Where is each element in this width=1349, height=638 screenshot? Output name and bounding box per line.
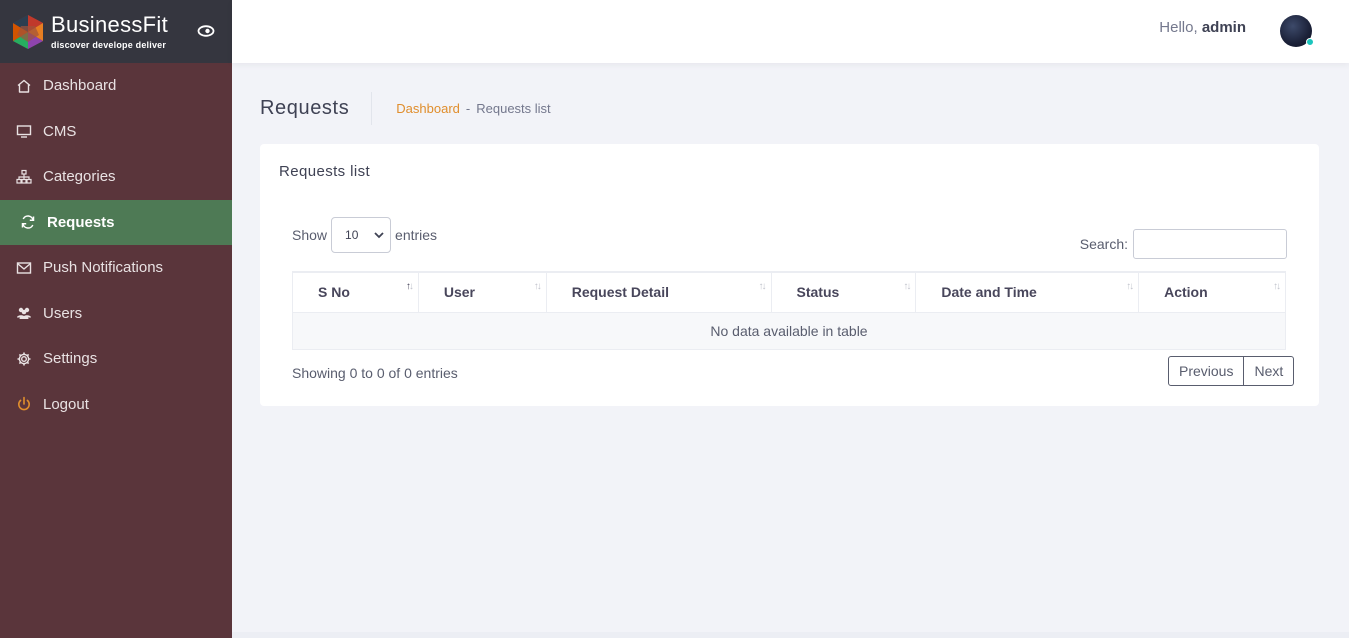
column-header-request-detail[interactable]: Request Detail ↑↓: [545, 271, 772, 313]
page-length-select[interactable]: 10: [331, 217, 392, 253]
column-header-s-no[interactable]: S No ↑↓: [292, 271, 419, 313]
sort-arrows-icon: ↑↓: [1273, 281, 1281, 292]
subheader-divider: [371, 92, 373, 125]
brand-tagline: discover develope deliver: [51, 39, 167, 50]
greeting-text: Hello,: [1159, 19, 1198, 36]
sidebar-item-label: Requests: [47, 213, 115, 231]
sort-arrows-icon: ↑↓: [533, 281, 542, 292]
search-input[interactable]: [1133, 229, 1287, 259]
sidebar-item-cms[interactable]: CMS: [0, 109, 232, 155]
sort-arrows-icon: ↑↓: [903, 281, 911, 292]
show-label: Show: [292, 227, 328, 243]
sidebar-item-settings[interactable]: Settings: [0, 336, 232, 382]
search-label: Search:: [1079, 236, 1128, 252]
sidebar-item-push-notifications[interactable]: Push Notifications: [0, 245, 232, 291]
sidebar-item-label: Users: [43, 304, 83, 322]
page-title: Requests: [260, 97, 350, 119]
sidebar-item-label: Categories: [43, 168, 116, 186]
column-header-date-and-time[interactable]: Date and Time ↑↓: [915, 271, 1140, 313]
table-row: No data available in table: [292, 311, 1286, 350]
subheader: Requests Dashboard - Requests list: [260, 92, 551, 125]
brand: BusinessFit discover develope deliver: [0, 0, 232, 63]
online-status-dot: [1306, 38, 1314, 46]
monitor-icon: [15, 122, 33, 140]
sidebar-item-label: CMS: [43, 122, 77, 140]
column-header-action[interactable]: Action ↑↓: [1138, 271, 1286, 313]
user-greeting[interactable]: Hello, admin: [1159, 19, 1246, 36]
requests-card: Requests list Show 10 entries Search: S …: [260, 144, 1319, 406]
page-length-control: Show 10 entries: [292, 217, 437, 253]
sidebar-item-logout[interactable]: Logout: [0, 382, 232, 428]
sidebar-item-dashboard[interactable]: Dashboard: [0, 63, 232, 109]
sidebar: BusinessFit discover develope deliver Da…: [0, 0, 232, 638]
chevron-down-icon: [374, 228, 384, 242]
previous-page-button[interactable]: Previous: [1168, 356, 1245, 386]
sidebar-item-label: Push Notifications: [43, 259, 164, 277]
next-page-button[interactable]: Next: [1244, 356, 1295, 386]
requests-table: S No ↑↓ User ↑↓ Request Detail ↑↓ Status…: [292, 271, 1286, 350]
username: admin: [1201, 19, 1246, 36]
power-icon: [15, 395, 33, 413]
gear-icon: [15, 350, 33, 368]
page-length-value: 10: [345, 228, 359, 242]
sidebar-item-label: Settings: [43, 350, 98, 368]
brand-name: BusinessFit: [51, 11, 169, 37]
businessfit-logo-icon[interactable]: [9, 13, 47, 51]
column-header-user[interactable]: User ↑↓: [417, 271, 547, 313]
sort-arrows-icon: ↑↓: [1126, 281, 1134, 292]
breadcrumb-separator: -: [465, 101, 471, 116]
sitemap-icon: [15, 168, 33, 186]
pagination: Previous Next: [1168, 356, 1295, 386]
mail-icon: [15, 259, 33, 277]
entries-label: entries: [395, 227, 438, 243]
sort-arrows-icon: ↑↓: [405, 281, 414, 292]
empty-table-message: No data available in table: [292, 311, 1286, 350]
top-header: Hello, admin: [232, 0, 1349, 63]
sidebar-item-label: Logout: [43, 395, 89, 413]
breadcrumb-dashboard-link[interactable]: Dashboard: [396, 101, 460, 116]
sidebar-item-requests[interactable]: Requests: [0, 199, 232, 245]
table-search: Search:: [1080, 229, 1287, 259]
sidebar-toggle-eye-icon[interactable]: [197, 23, 215, 39]
sort-arrows-icon: ↑↓: [758, 281, 767, 292]
refresh-icon: [19, 213, 37, 231]
home-icon: [15, 77, 33, 95]
users-icon: [15, 304, 33, 322]
column-header-status[interactable]: Status ↑↓: [770, 271, 917, 313]
table-info: Showing 0 to 0 of 0 entries: [292, 365, 458, 381]
card-title: Requests list: [279, 163, 371, 180]
sidebar-item-categories[interactable]: Categories: [0, 154, 232, 200]
breadcrumb-current: Requests list: [476, 101, 551, 116]
table-header-row: S No ↑↓ User ↑↓ Request Detail ↑↓ Status…: [292, 271, 1286, 313]
user-avatar[interactable]: [1280, 15, 1314, 47]
sidebar-nav: Dashboard CMS Categories Requests Push N…: [0, 63, 232, 427]
sidebar-item-label: Dashboard: [43, 77, 117, 95]
footer-strip: [232, 632, 1349, 638]
sidebar-item-users[interactable]: Users: [0, 291, 232, 337]
